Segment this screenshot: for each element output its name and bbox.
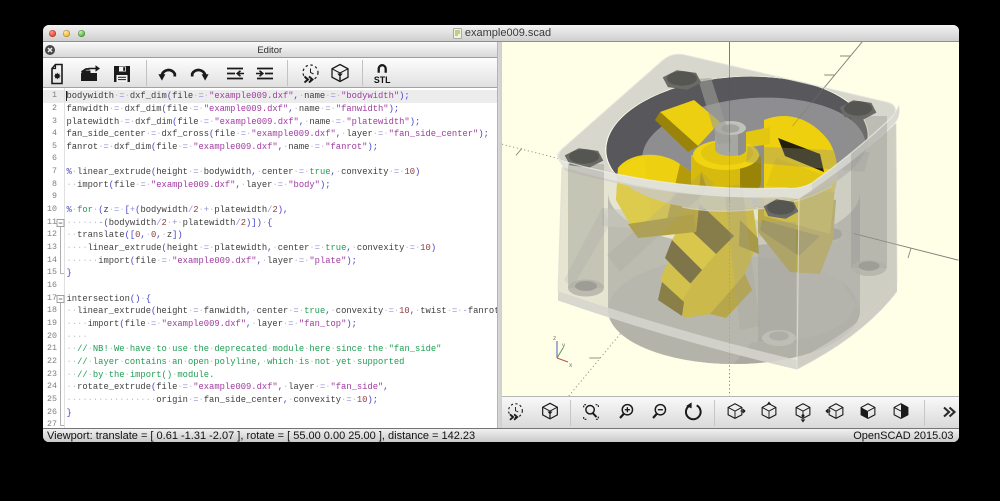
svg-text:z: z [553, 335, 556, 342]
svg-text:STL: STL [374, 75, 391, 85]
